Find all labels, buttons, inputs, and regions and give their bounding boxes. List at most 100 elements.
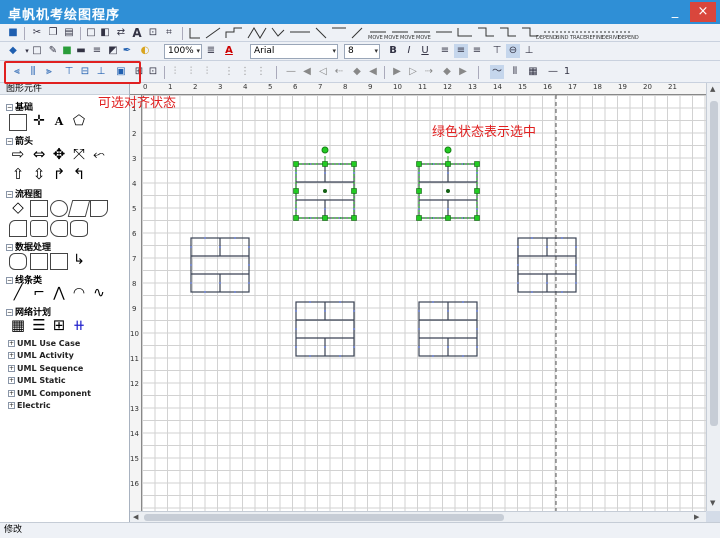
crosshair-shape[interactable]: ✛ — [30, 114, 48, 131]
line-weight-icon[interactable]: ▬ — [74, 44, 88, 58]
data-shape[interactable] — [67, 200, 91, 217]
manual-input-shape[interactable] — [9, 220, 27, 237]
network-node-selected[interactable] — [417, 147, 480, 221]
zoom-area-icon[interactable]: ⊡ — [146, 26, 160, 40]
new-icon[interactable]: □ — [84, 26, 98, 40]
process-shape[interactable] — [30, 200, 48, 217]
polygon-shape[interactable]: ⬠ — [70, 114, 88, 131]
curve-line-icon[interactable]: 〜 — [490, 65, 504, 79]
arrow-right5-icon[interactable]: ▶ — [456, 65, 470, 79]
arrow-up-shape[interactable]: ⇧ — [9, 167, 27, 184]
underline-button[interactable]: U — [418, 44, 432, 58]
zoom-select[interactable]: 100% ▾ — [164, 44, 202, 59]
arrow-left5-icon[interactable]: ◀ — [366, 65, 380, 79]
drawing-canvas[interactable]: 0 1 2 3 4 5 6 7 8 9 10 11 12 13 14 15 16… — [130, 83, 706, 511]
valign-middle-icon[interactable]: ⊖ — [506, 44, 520, 58]
pencil-icon[interactable]: ✎ — [46, 44, 60, 58]
copy-icon[interactable]: ❐ — [46, 26, 60, 40]
terminator-shape[interactable] — [50, 200, 68, 217]
scroll-down-icon[interactable]: ▼ — [710, 499, 715, 507]
step-line-shape[interactable]: ↳ — [70, 253, 88, 270]
arrow-left4-icon[interactable]: ◆ — [350, 65, 364, 79]
network-node[interactable] — [189, 236, 251, 294]
vertical-lines-icon[interactable]: ⦀ — [508, 65, 522, 79]
arrow-right2-icon[interactable]: ▷ — [406, 65, 420, 79]
category-uml-component[interactable]: + UML Component — [8, 389, 91, 398]
space-h-icon[interactable]: ⫶ — [168, 65, 182, 79]
arrow-quad-shape[interactable]: ⤧ — [70, 147, 88, 164]
arrow-left2-icon[interactable]: ◁ — [316, 65, 330, 79]
node-shape[interactable]: ⧺ — [70, 318, 88, 335]
category-basic[interactable]: − 基础 — [6, 100, 33, 113]
close-button[interactable]: × — [690, 2, 716, 22]
category-data[interactable]: − 数据处理 — [6, 240, 51, 253]
line-plain-icon[interactable]: — — [284, 65, 298, 79]
align-right-text-icon[interactable]: ≡ — [470, 44, 484, 58]
line-width-icon[interactable]: 1 — [560, 65, 574, 79]
arrow-corner-shape[interactable]: ↱ — [50, 167, 68, 184]
arrow-left3-icon[interactable]: ⇠ — [332, 65, 346, 79]
rectangle-shape[interactable] — [9, 114, 27, 131]
line-width-icon[interactable]: ≣ — [204, 44, 218, 58]
pentagon-arrow-shape[interactable]: ⬿ — [90, 147, 108, 164]
decision-shape[interactable]: ◇ — [9, 200, 27, 217]
vertical-scrollbar[interactable]: ▲ ▼ — [706, 83, 720, 511]
arrow-turn-shape[interactable]: ↰ — [70, 167, 88, 184]
table-grid-icon[interactable]: ▦ — [526, 65, 540, 79]
space-v-icon[interactable]: ⋮ — [222, 65, 236, 79]
shadow-icon[interactable]: ◩ — [106, 44, 120, 58]
line-style-icon[interactable]: □ — [30, 44, 44, 58]
fill-pattern-icon[interactable]: ◐ — [138, 44, 152, 58]
shapes-icon[interactable]: ◧ — [98, 26, 112, 40]
stored-data-shape[interactable] — [50, 220, 68, 237]
arrow-cross-shape[interactable]: ✥ — [50, 147, 68, 164]
category-electric[interactable]: + Electric — [8, 401, 51, 410]
database-shape[interactable] — [70, 220, 88, 237]
category-uml-sequence[interactable]: + UML Sequence — [8, 364, 83, 373]
crop-icon[interactable]: ⌗ — [162, 26, 176, 40]
category-uml-use-case[interactable]: + UML Use Case — [8, 339, 80, 348]
arrow-double-shape[interactable]: ⇔ — [30, 147, 48, 164]
valign-bottom-icon[interactable]: ⊥ — [522, 44, 536, 58]
fill-bucket-icon[interactable]: ◆ — [6, 44, 20, 58]
arrow-split-shape[interactable]: ⇳ — [30, 167, 48, 184]
lines-shape[interactable]: ☰ — [30, 318, 48, 335]
curve-shape[interactable]: ∿ — [90, 286, 108, 303]
network-node[interactable] — [516, 236, 578, 294]
space-h2-icon[interactable]: ⫶ — [184, 65, 198, 79]
category-uml-activity[interactable]: + UML Activity — [8, 351, 74, 360]
connect-icon[interactable]: ⇄ — [114, 26, 128, 40]
space-v3-icon[interactable]: ⋮ — [254, 65, 268, 79]
scroll-thumb[interactable] — [144, 514, 504, 521]
line-width-minus-icon[interactable]: — — [546, 65, 560, 79]
line-color-icon[interactable]: ✒ — [120, 44, 134, 58]
align-left-text-icon[interactable]: ≡ — [438, 44, 452, 58]
line-dash-icon[interactable]: ≡ — [90, 44, 104, 58]
ungroup-icon[interactable]: ⊡ — [146, 65, 160, 79]
save-icon[interactable]: ■ — [6, 26, 20, 40]
arrow-right4-icon[interactable]: ◆ — [440, 65, 454, 79]
minimize-button[interactable]: _ — [662, 2, 688, 22]
predefined-shape[interactable] — [30, 220, 48, 237]
align-center-text-icon[interactable]: ≡ — [454, 44, 468, 58]
network-node[interactable] — [417, 300, 479, 358]
space-h3-icon[interactable]: ⫶ — [200, 65, 214, 79]
arrow-left-icon[interactable]: ◀ — [300, 65, 314, 79]
space-v2-icon[interactable]: ⋮ — [238, 65, 252, 79]
valign-top-icon[interactable]: ⊤ — [490, 44, 504, 58]
rect-shape[interactable] — [50, 253, 68, 270]
document-shape[interactable] — [90, 200, 108, 217]
scroll-thumb[interactable] — [710, 101, 718, 426]
elbow-line-shape[interactable]: ⌐ — [30, 286, 48, 303]
arrow-right3-icon[interactable]: ⇢ — [422, 65, 436, 79]
font-select[interactable]: Arial ▾ — [250, 44, 338, 59]
text-icon[interactable]: A — [130, 26, 144, 40]
text-shape[interactable]: A — [50, 114, 68, 131]
arc-shape[interactable]: ◠ — [70, 286, 88, 303]
grid-shape[interactable]: ▦ — [9, 318, 27, 335]
rounded-rect-shape[interactable] — [9, 253, 27, 270]
table-shape[interactable]: ⊞ — [50, 318, 68, 335]
paste-icon[interactable]: ▤ — [62, 26, 76, 40]
network-node-selected[interactable] — [294, 147, 357, 221]
arrow-right-icon[interactable]: ▶ — [390, 65, 404, 79]
